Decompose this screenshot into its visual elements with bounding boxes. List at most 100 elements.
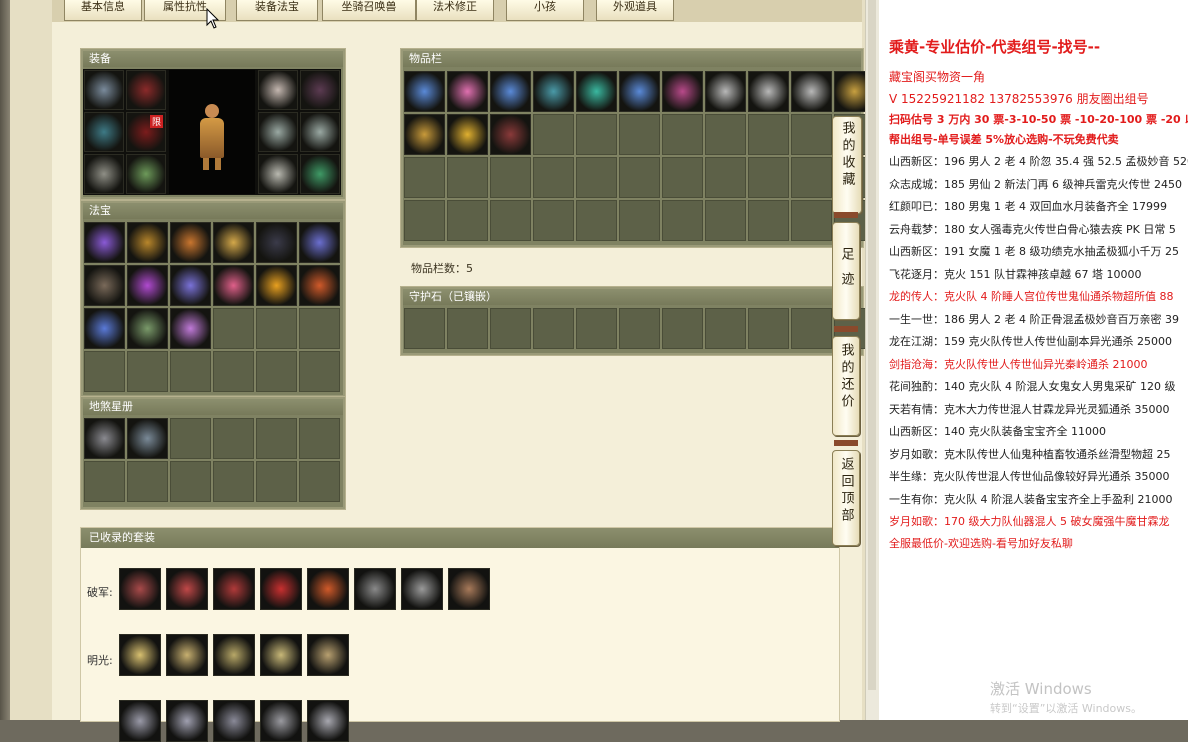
tab-children[interactable]: 小孩 (506, 0, 584, 21)
equip-slot-bracelet-a[interactable] (258, 112, 298, 152)
empty-slot (662, 114, 703, 155)
equip-slot-weapon[interactable] (84, 112, 124, 152)
set-item[interactable] (448, 568, 490, 610)
set-item[interactable] (166, 700, 208, 742)
fabao-title: 法宝 (83, 203, 343, 219)
dishaxing-item[interactable] (127, 418, 168, 459)
fabao-item[interactable] (170, 308, 211, 349)
footprints-button[interactable]: 足迹 (832, 222, 860, 320)
dishaxing-title: 地煞星册 (83, 399, 343, 415)
set-item[interactable] (119, 700, 161, 742)
equip-slot-ring-b[interactable] (258, 154, 298, 194)
equip-slot-helmet[interactable] (84, 70, 124, 110)
empty-slot (533, 114, 574, 155)
set-item[interactable] (260, 568, 302, 610)
set-item[interactable] (166, 568, 208, 610)
set-item[interactable] (166, 634, 208, 676)
inventory-item[interactable] (404, 71, 445, 112)
inventory-item[interactable] (447, 114, 488, 155)
fabao-item[interactable] (127, 222, 168, 263)
empty-slot (213, 308, 254, 349)
inventory-item[interactable] (533, 71, 574, 112)
set-item[interactable] (213, 700, 255, 742)
tab-mounts-pets[interactable]: 坐骑召唤兽 (322, 0, 416, 21)
fabao-item[interactable] (84, 222, 125, 263)
inventory-item[interactable] (576, 71, 617, 112)
fabao-item[interactable] (84, 265, 125, 306)
fabao-item[interactable] (256, 265, 297, 306)
limited-badge: 限 (149, 115, 163, 128)
doc-line: 岁月如歌：170 级大力队仙器混人 5 破女魔强牛魔甘霖龙 (889, 515, 1170, 528)
inventory-item[interactable] (748, 71, 789, 112)
set-item[interactable] (119, 568, 161, 610)
inventory-count: 物品栏数：5 (411, 262, 473, 275)
equip-slot-armor[interactable]: 限 (126, 112, 166, 152)
doc-line: 飞花逐月：克火 151 队甘霖神孩卓越 67 塔 10000 (889, 268, 1142, 281)
empty-slot (299, 351, 340, 392)
inventory-item[interactable] (490, 114, 531, 155)
doc-line: 剑指沧海：克火队传世人传世仙异光秦岭通杀 21000 (889, 358, 1148, 371)
set-item[interactable] (307, 634, 349, 676)
equip-slot-belt[interactable] (84, 154, 124, 194)
my-favorites-button[interactable]: 我的收藏 (832, 116, 862, 214)
doc-line: 一生一世：186 男人 2 老 4 阶正骨混孟极妙音百万亲密 39 (889, 313, 1179, 326)
set-item[interactable] (119, 634, 161, 676)
doc-line: 花间独酌：140 克火队 4 阶混人女鬼女人男鬼采矿 120 级 (889, 380, 1176, 393)
inventory-item[interactable] (705, 71, 746, 112)
equip-slot-orb[interactable] (300, 154, 340, 194)
empty-slot (576, 308, 617, 349)
fabao-item[interactable] (84, 308, 125, 349)
equip-slot-mask[interactable] (258, 70, 298, 110)
inventory-item[interactable] (404, 114, 445, 155)
dishaxing-item[interactable] (84, 418, 125, 459)
my-counteroffer-button[interactable]: 我的还价 (832, 336, 860, 436)
collected-sets-panel: 已收录的套装 破军: 明光: (80, 527, 840, 742)
doc-line: V 15225921182 13782553976 朋友圈出组号 (889, 92, 1149, 106)
empty-slot (619, 200, 660, 241)
inventory-item[interactable] (619, 71, 660, 112)
fabao-item[interactable] (299, 222, 340, 263)
empty-slot (662, 308, 703, 349)
inventory-item[interactable] (662, 71, 703, 112)
inventory-item[interactable] (791, 71, 832, 112)
equip-slot-necklace[interactable] (126, 70, 166, 110)
inventory-item[interactable] (490, 71, 531, 112)
fabao-item[interactable] (170, 222, 211, 263)
tab-spell-correction[interactable]: 法术修正 (416, 0, 494, 21)
fabao-item[interactable] (127, 308, 168, 349)
set-item[interactable] (260, 634, 302, 676)
scrollbar-thumb[interactable] (868, 0, 876, 690)
tab-equipment[interactable]: 装备法宝 (236, 0, 318, 21)
empty-slot (533, 308, 574, 349)
set-item[interactable] (401, 568, 443, 610)
set-item[interactable] (213, 568, 255, 610)
fabao-item[interactable] (170, 265, 211, 306)
doc-line: 一生有你：克火队 4 阶混人装备宝宝齐全上手盈利 21000 (889, 493, 1173, 506)
fabao-item[interactable] (127, 265, 168, 306)
set-item[interactable] (213, 634, 255, 676)
set-item[interactable] (307, 568, 349, 610)
equip-slot-bracelet-b[interactable] (300, 112, 340, 152)
equipment-grid: 限 (83, 69, 341, 195)
empty-slot (490, 157, 531, 198)
fabao-item[interactable] (256, 222, 297, 263)
equip-slot-ring-a[interactable] (300, 70, 340, 110)
set-item[interactable] (307, 700, 349, 742)
equip-slot-boots[interactable] (126, 154, 166, 194)
activation-watermark-hint: 转到“设置”以激活 Windows。 (990, 702, 1142, 715)
fabao-item[interactable] (213, 265, 254, 306)
tab-appearance[interactable]: 外观道具 (596, 0, 674, 21)
back-to-top-button[interactable]: 返回顶部 (832, 450, 860, 546)
doc-line: 全服最低价-欢迎选购-看号加好友私聊 (889, 537, 1073, 550)
fabao-item[interactable] (213, 222, 254, 263)
empty-slot (170, 461, 211, 502)
empty-slot (84, 461, 125, 502)
inventory-item[interactable] (447, 71, 488, 112)
tab-basic-info[interactable]: 基本信息 (64, 0, 142, 21)
empty-slot (404, 308, 445, 349)
empty-slot (705, 114, 746, 155)
empty-slot (619, 157, 660, 198)
set-item[interactable] (354, 568, 396, 610)
fabao-item[interactable] (299, 265, 340, 306)
set-item[interactable] (260, 700, 302, 742)
